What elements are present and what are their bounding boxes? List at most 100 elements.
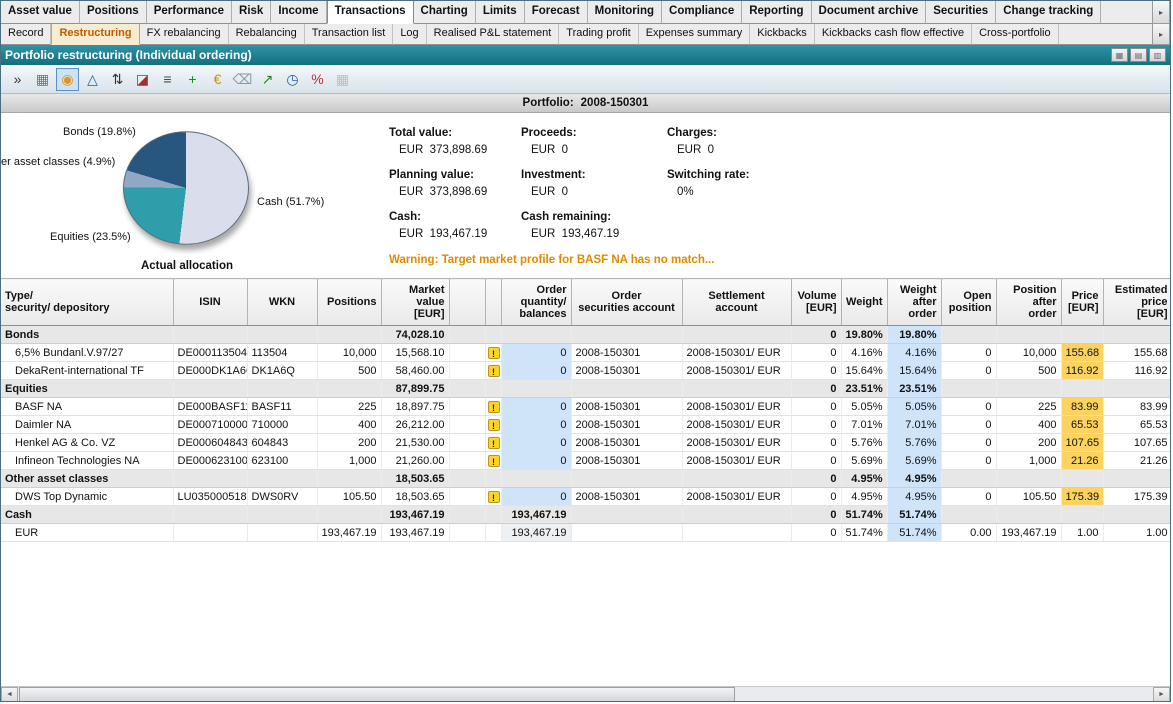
cell-order_acct <box>571 470 682 488</box>
group-row-other-asset-classes[interactable]: Other asset classes18,503.6504.95%4.95% <box>1 470 1171 488</box>
subtab-log[interactable]: Log <box>393 24 426 45</box>
group-row-equities[interactable]: Equities87,899.75023.51%23.51% <box>1 380 1171 398</box>
cell-market: 15,568.10 <box>381 344 449 362</box>
tab-positions[interactable]: Positions <box>80 1 147 24</box>
layout-split-button[interactable]: ▤ <box>1130 48 1147 62</box>
cell-isin: DE000DK1A6Q9 <box>173 362 247 380</box>
cell-pos_after: 1,000 <box>996 452 1061 470</box>
security-row-dws-top-dynamic[interactable]: DWS Top DynamicLU0350005186DWS0RV105.501… <box>1 488 1171 506</box>
security-row-infineon-technologies-na[interactable]: Infineon Technologies NADE00062310046231… <box>1 452 1171 470</box>
cell-positions: 1,000 <box>317 452 381 470</box>
subtab-fx-rebalancing[interactable]: FX rebalancing <box>140 24 229 45</box>
table-copy-button[interactable]: ▦ <box>331 68 354 91</box>
tab-transactions[interactable]: Transactions <box>327 1 414 24</box>
main-tab-overflow-button[interactable]: ▸ <box>1152 1 1170 24</box>
cell-volume: 0 <box>791 344 841 362</box>
tab-forecast[interactable]: Forecast <box>525 1 588 24</box>
delta-button[interactable]: △ <box>81 68 104 91</box>
tab-compliance[interactable]: Compliance <box>662 1 742 24</box>
subtab-rebalancing[interactable]: Rebalancing <box>229 24 305 45</box>
column-header-positions-3[interactable]: Positions <box>317 279 381 326</box>
cell-order_qty[interactable]: 193,467.19 <box>501 524 571 542</box>
chart-compare-button[interactable]: ◪ <box>131 68 154 91</box>
cell-warn: ! <box>485 344 501 362</box>
subtab-realised-p-l-statement[interactable]: Realised P&L statement <box>427 24 560 45</box>
tab-securities[interactable]: Securities <box>926 1 996 24</box>
subtab-trading-profit[interactable]: Trading profit <box>559 24 638 45</box>
cell-name: Other asset classes <box>1 470 173 488</box>
horizontal-scrollbar[interactable]: ◄ ► <box>1 686 1170 702</box>
percent-chart-button[interactable]: % <box>306 68 329 91</box>
column-header-order-8[interactable]: Order securities account <box>571 279 682 326</box>
subtab-cross-portfolio[interactable]: Cross-portfolio <box>972 24 1059 45</box>
column-header-settlement-9[interactable]: Settlement account <box>682 279 791 326</box>
column-header-estimated-16[interactable]: Estimated price [EUR] <box>1103 279 1171 326</box>
chart-up-button[interactable]: ↗ <box>256 68 279 91</box>
tab-limits[interactable]: Limits <box>476 1 525 24</box>
tab-performance[interactable]: Performance <box>147 1 232 24</box>
security-row-eur[interactable]: EUR193,467.19193,467.19193,467.19051.74%… <box>1 524 1171 542</box>
tab-asset-value[interactable]: Asset value <box>1 1 80 24</box>
cell-order_qty[interactable]: 0 <box>501 488 571 506</box>
globe-button[interactable]: ◉ <box>56 68 79 91</box>
column-header-spacer-6[interactable] <box>485 279 501 326</box>
cell-order_qty[interactable]: 0 <box>501 344 571 362</box>
subtab-record[interactable]: Record <box>1 24 51 45</box>
stat-value: EUR 193,467.19 <box>389 228 521 240</box>
tab-change-tracking[interactable]: Change tracking <box>996 1 1101 24</box>
layout-grid-button[interactable]: ▦ <box>1111 48 1128 62</box>
globe-time-button[interactable]: ◷ <box>281 68 304 91</box>
euro-button[interactable]: € <box>206 68 229 91</box>
sub-tab-overflow-button[interactable]: ▸ <box>1152 24 1170 45</box>
cell-sp <box>449 362 485 380</box>
add-button[interactable]: + <box>181 68 204 91</box>
eraser-button[interactable]: ⌫ <box>231 68 254 91</box>
security-row-daimler-na[interactable]: Daimler NADE000710000071000040026,212.00… <box>1 416 1171 434</box>
security-row-6-5-bundanl-v-97-27[interactable]: 6,5% Bundanl.V.97/27DE000113504411350410… <box>1 344 1171 362</box>
tab-risk[interactable]: Risk <box>232 1 271 24</box>
cell-order_qty[interactable]: 0 <box>501 362 571 380</box>
column-header-volume-10[interactable]: Volume [EUR] <box>791 279 841 326</box>
tab-charting[interactable]: Charting <box>414 1 476 24</box>
column-header-isin-1[interactable]: ISIN <box>173 279 247 326</box>
column-header-position-14[interactable]: Position after order <box>996 279 1061 326</box>
cell-order_qty[interactable]: 0 <box>501 434 571 452</box>
column-header-wkn-2[interactable]: WKN <box>247 279 317 326</box>
expand-chevrons-button[interactable]: » <box>6 68 29 91</box>
performance-chart-button[interactable]: ▦ <box>31 68 54 91</box>
cell-order_qty[interactable]: 0 <box>501 398 571 416</box>
scroll-right-button[interactable]: ► <box>1153 687 1170 702</box>
security-row-henkel-ag-co-vz[interactable]: Henkel AG & Co. VZDE00060484326048432002… <box>1 434 1171 452</box>
subtab-transaction-list[interactable]: Transaction list <box>305 24 394 45</box>
sliders-button[interactable]: ≡ <box>156 68 179 91</box>
security-row-basf-na[interactable]: BASF NADE000BASF111BASF1122518,897.75!02… <box>1 398 1171 416</box>
column-header-weight-12[interactable]: Weight after order <box>887 279 941 326</box>
insert-position-icon: ⇅ <box>112 72 124 86</box>
tab-document-archive[interactable]: Document archive <box>812 1 927 24</box>
column-header-spacer-5[interactable] <box>449 279 485 326</box>
scrollbar-track[interactable] <box>18 687 1153 702</box>
column-header-market-4[interactable]: Market value [EUR] <box>381 279 449 326</box>
column-header-price-15[interactable]: Price [EUR] <box>1061 279 1103 326</box>
scrollbar-thumb[interactable] <box>19 687 735 702</box>
security-row-dekarent-international-tf[interactable]: DekaRent-international TFDE000DK1A6Q9DK1… <box>1 362 1171 380</box>
subtab-kickbacks[interactable]: Kickbacks <box>750 24 815 45</box>
scroll-left-button[interactable]: ◄ <box>1 687 18 702</box>
layout-columns-button[interactable]: ▥ <box>1149 48 1166 62</box>
column-header-weight-11[interactable]: Weight <box>841 279 887 326</box>
cell-est_price: 83.99 <box>1103 398 1171 416</box>
cell-order_qty[interactable]: 0 <box>501 416 571 434</box>
cell-order_qty[interactable]: 0 <box>501 452 571 470</box>
tab-monitoring[interactable]: Monitoring <box>588 1 662 24</box>
subtab-kickbacks-cash-flow-effective[interactable]: Kickbacks cash flow effective <box>815 24 972 45</box>
group-row-cash[interactable]: Cash193,467.19193,467.19051.74%51.74% <box>1 506 1171 524</box>
subtab-restructuring[interactable]: Restructuring <box>51 24 139 45</box>
subtab-expenses-summary[interactable]: Expenses summary <box>639 24 751 45</box>
column-header-open-13[interactable]: Open position <box>941 279 996 326</box>
tab-reporting[interactable]: Reporting <box>742 1 811 24</box>
group-row-bonds[interactable]: Bonds74,028.10019.80%19.80% <box>1 326 1171 344</box>
tab-income[interactable]: Income <box>271 1 326 24</box>
column-header-type-0[interactable]: Type/ security/ depository <box>1 279 173 326</box>
column-header-order-7[interactable]: Order quantity/ balances <box>501 279 571 326</box>
insert-position-button[interactable]: ⇅ <box>106 68 129 91</box>
